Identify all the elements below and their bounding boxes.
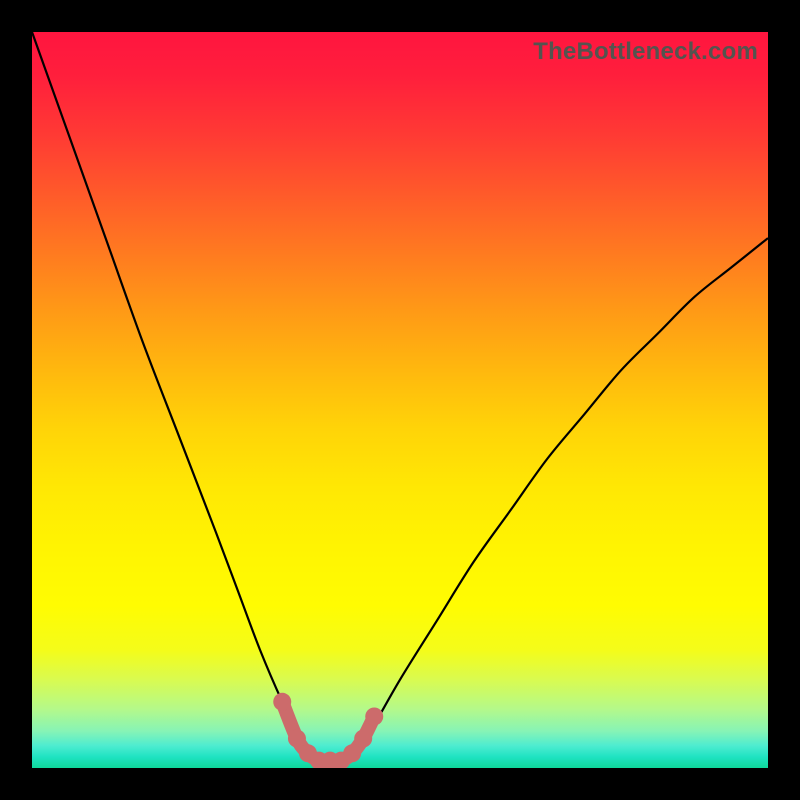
marker-dot (365, 707, 383, 725)
chart-svg (32, 32, 768, 768)
marker-dot (343, 744, 361, 762)
marker-dot (273, 693, 291, 711)
marker-dot (288, 730, 306, 748)
plot-area: TheBottleneck.com (32, 32, 768, 768)
marker-group (273, 693, 383, 768)
marker-dot (354, 730, 372, 748)
chart-frame: TheBottleneck.com (0, 0, 800, 800)
bottleneck-curve (32, 32, 768, 762)
